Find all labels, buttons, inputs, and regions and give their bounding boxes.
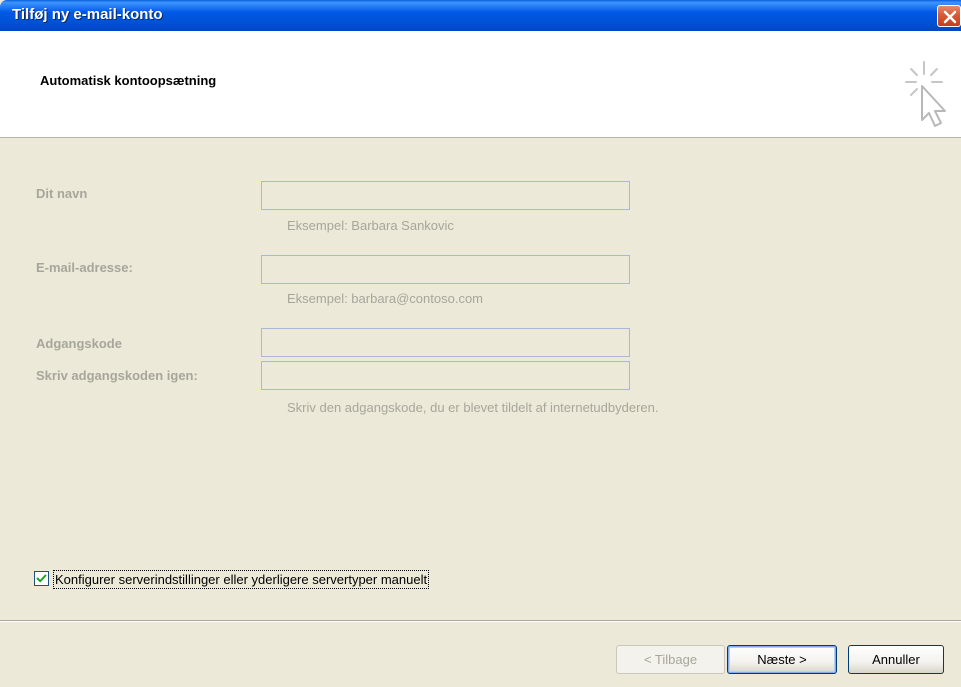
password-label: Adgangskode	[36, 336, 122, 351]
manual-config-checkbox[interactable]	[34, 571, 49, 586]
cancel-button[interactable]: Annuller	[848, 645, 944, 674]
password-input[interactable]	[261, 328, 630, 357]
close-icon	[943, 10, 957, 24]
page-subtitle: Automatisk kontoopsætning	[40, 73, 217, 88]
close-button[interactable]	[937, 5, 961, 27]
manual-config-label[interactable]: Konfigurer serverindstillinger eller yde…	[53, 570, 430, 589]
checkmark-icon	[36, 574, 47, 583]
password-hint: Skriv den adgangskode, du er blevet tild…	[287, 400, 659, 415]
password-repeat-label: Skriv adgangskoden igen:	[36, 368, 198, 383]
email-hint: Eksempel: barbara@contoso.com	[287, 291, 484, 306]
window-title: Tilføj ny e-mail-konto	[12, 6, 163, 23]
password-repeat-input[interactable]	[261, 361, 630, 390]
wizard-header: Automatisk kontoopsætning	[0, 31, 961, 138]
sparkle-cursor-icon	[905, 61, 946, 127]
email-label: E-mail-adresse:	[36, 260, 133, 275]
title-bar: Tilføj ny e-mail-konto	[0, 0, 961, 31]
next-button[interactable]: Næste >	[727, 645, 837, 674]
email-input[interactable]	[261, 255, 630, 284]
name-hint: Eksempel: Barbara Sankovic	[287, 218, 454, 233]
name-input[interactable]	[261, 181, 630, 210]
footer-divider	[0, 620, 961, 622]
back-button[interactable]: < Tilbage	[616, 645, 725, 674]
name-label: Dit navn	[36, 186, 88, 201]
